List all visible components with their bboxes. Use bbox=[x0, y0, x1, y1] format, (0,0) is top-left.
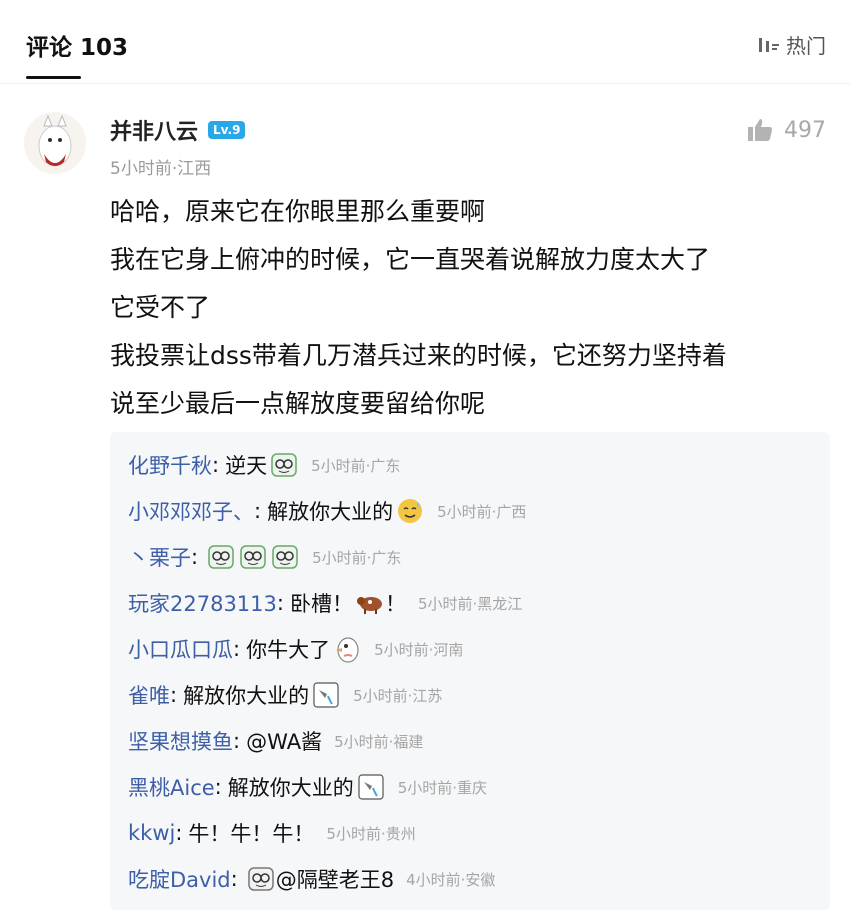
cow-icon bbox=[355, 588, 385, 618]
glasses-face-icon bbox=[270, 542, 300, 572]
thumbs-up-icon bbox=[748, 119, 772, 141]
reply-item[interactable]: 小口瓜口瓜: 你牛大了 5小时前·河南 bbox=[128, 634, 463, 664]
reply-item[interactable]: 化野千秋: 逆天 5小时前·广东 bbox=[128, 450, 400, 480]
reply-meta: 5小时前·广东 bbox=[311, 456, 401, 475]
reply-text-suffix: ！ bbox=[384, 592, 406, 616]
sort-hot-button[interactable]: 热门 bbox=[758, 30, 826, 59]
glasses-face-icon bbox=[246, 864, 276, 894]
reply-item[interactable]: 吃腚David: @隔壁老王8 4小时前·安徽 bbox=[128, 864, 495, 894]
reply-item[interactable]: kkwj: 牛！牛！牛！ 5小时前·贵州 bbox=[128, 818, 416, 848]
reply-text: 解放你大业的 bbox=[267, 500, 394, 524]
reply-colon: : bbox=[276, 591, 284, 615]
reply-username[interactable]: kkwj bbox=[128, 821, 175, 845]
replies-panel: 化野千秋: 逆天 5小时前·广东 小邓邓邓子、: 解放你大业的 5小时前·广西 … bbox=[110, 432, 830, 910]
glasses-face-icon bbox=[269, 450, 299, 480]
reply-username[interactable]: 坚果想摸鱼 bbox=[128, 726, 233, 756]
avatar[interactable] bbox=[24, 112, 86, 174]
reply-username[interactable]: 玩家22783113 bbox=[128, 588, 277, 618]
reply-meta: 5小时前·重庆 bbox=[397, 778, 488, 797]
divider bbox=[0, 83, 850, 84]
comment-line: 说至少最后一点解放度要留给你呢 bbox=[110, 389, 486, 418]
reply-colon: : bbox=[212, 453, 220, 477]
reply-colon: : bbox=[233, 637, 241, 661]
comments-header: 评论 103 热门 bbox=[0, 0, 850, 82]
reply-colon: : bbox=[233, 729, 241, 753]
comment-line: 它受不了 bbox=[110, 293, 211, 322]
reply-colon: : bbox=[214, 775, 222, 799]
reply-username[interactable]: 小邓邓邓子、 bbox=[128, 496, 254, 526]
sort-label: 热门 bbox=[786, 34, 826, 58]
comments-tab[interactable]: 评论 103 bbox=[26, 28, 128, 62]
reply-username[interactable]: 小口瓜口瓜 bbox=[128, 634, 233, 664]
reply-meta: 5小时前·福建 bbox=[334, 732, 424, 751]
comment-line: 哈哈，原来它在你眼里那么重要啊 bbox=[110, 197, 486, 226]
reply-colon: : bbox=[230, 867, 238, 891]
tab-underline bbox=[26, 76, 81, 79]
reply-username[interactable]: 吃腚David bbox=[128, 864, 231, 894]
sweat-face-icon bbox=[395, 496, 425, 526]
reply-meta: 5小时前·黑龙江 bbox=[417, 594, 523, 613]
glasses-face-icon bbox=[206, 542, 236, 572]
reply-meta: 5小时前·贵州 bbox=[326, 824, 416, 843]
reply-item[interactable]: 雀唯: 解放你大业的 5小时前·江苏 bbox=[128, 680, 442, 710]
comment-body: 哈哈，原来它在你眼里那么重要啊 我在它身上俯冲的时候，它一直哭着说解放力度太大了… bbox=[110, 188, 830, 428]
like-count: 497 bbox=[784, 117, 826, 143]
reply-item[interactable]: 坚果想摸鱼: @WA酱 5小时前·福建 bbox=[128, 726, 423, 756]
bird-face-icon bbox=[332, 634, 362, 664]
glasses-face-icon bbox=[238, 542, 268, 572]
reply-meta: 5小时前·河南 bbox=[374, 640, 464, 659]
pouring-icon bbox=[356, 772, 386, 802]
reply-colon: : bbox=[175, 821, 183, 845]
reply-username[interactable]: 黑桃Aice bbox=[128, 772, 215, 802]
reply-text: 牛！牛！牛！ bbox=[188, 822, 315, 846]
sort-icon bbox=[758, 35, 780, 55]
reply-username[interactable]: 雀唯 bbox=[128, 680, 170, 710]
comment-username[interactable]: 并非八云 bbox=[110, 114, 198, 146]
reply-text: 解放你大业的 bbox=[183, 684, 310, 708]
reply-meta: 5小时前·广西 bbox=[437, 502, 527, 521]
comment-meta: 5小时前·江西 bbox=[110, 159, 212, 179]
reply-text: 你牛大了 bbox=[246, 638, 331, 662]
pouring-icon bbox=[311, 680, 341, 710]
reply-username[interactable]: 化野千秋 bbox=[128, 450, 212, 480]
reply-meta: 5小时前·江苏 bbox=[353, 686, 443, 705]
reply-mention[interactable]: @WA酱 bbox=[246, 726, 322, 756]
reply-username[interactable]: 丶栗子 bbox=[128, 542, 191, 572]
reply-colon: : bbox=[170, 683, 178, 707]
reply-meta: 5小时前·广东 bbox=[312, 548, 402, 567]
reply-mention[interactable]: @隔壁老王8 bbox=[276, 864, 394, 894]
comment-line: 我在它身上俯冲的时候，它一直哭着说解放力度太大了 bbox=[110, 245, 711, 274]
comment-line: 我投票让dss带着几万潜兵过来的时候，它还努力坚持着 bbox=[110, 341, 727, 370]
reply-text: 解放你大业的 bbox=[227, 776, 354, 800]
reply-text: 逆天 bbox=[225, 454, 268, 478]
reply-colon: : bbox=[191, 545, 199, 569]
reply-text: 卧槽！ bbox=[289, 592, 353, 616]
level-badge: Lv.9 bbox=[208, 121, 246, 139]
reply-item[interactable]: 黑桃Aice: 解放你大业的 5小时前·重庆 bbox=[128, 772, 487, 802]
reply-item[interactable]: 玩家22783113: 卧槽！ ！ 5小时前·黑龙江 bbox=[128, 588, 522, 618]
reply-colon: : bbox=[254, 499, 262, 523]
reply-meta: 4小时前·安徽 bbox=[406, 870, 496, 889]
reply-item[interactable]: 小邓邓邓子、: 解放你大业的 5小时前·广西 bbox=[128, 496, 526, 526]
like-button[interactable]: 497 bbox=[746, 116, 826, 144]
reply-item[interactable]: 丶栗子: 5小时前·广东 bbox=[128, 542, 401, 572]
